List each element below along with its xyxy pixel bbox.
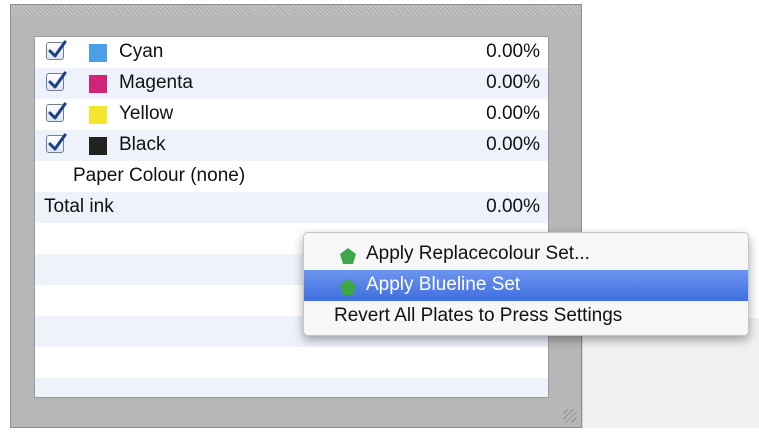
context-menu: Apply Replacecolour Set... Apply Bluelin… <box>303 232 749 336</box>
ink-name: Magenta <box>119 72 193 93</box>
resize-grip-icon[interactable] <box>563 409 577 423</box>
swatch-black <box>89 137 107 155</box>
paper-colour-label: Paper Colour (none) <box>73 165 246 186</box>
ink-name: Black <box>119 134 166 155</box>
ink-value: 0.00% <box>486 72 540 93</box>
menu-item-revert-all-plates[interactable]: Revert All Plates to Press Settings <box>304 301 748 332</box>
empty-row <box>35 378 548 397</box>
total-ink-value: 0.00% <box>486 196 540 217</box>
checkmark-icon <box>48 133 67 151</box>
ink-list: Cyan 0.00% Magenta 0.00% Yellow 0.00% Bl… <box>34 36 549 398</box>
menu-item-label: Revert All Plates to Press Settings <box>334 305 623 326</box>
ink-row-cyan[interactable]: Cyan 0.00% <box>35 37 548 68</box>
swatch-magenta <box>89 75 107 93</box>
checkbox-yellow[interactable] <box>46 102 67 122</box>
ink-name: Yellow <box>119 103 174 124</box>
menu-item-apply-blueline-set[interactable]: Apply Blueline Set <box>304 270 748 301</box>
ink-value: 0.00% <box>486 134 540 155</box>
ink-row-black[interactable]: Black 0.00% <box>35 130 548 161</box>
swatch-cyan <box>89 44 107 62</box>
checkmark-icon <box>48 40 67 58</box>
paper-colour-row[interactable]: Paper Colour (none) <box>35 161 548 192</box>
empty-row <box>35 347 548 378</box>
ink-value: 0.00% <box>486 103 540 124</box>
menu-item-label: Apply Blueline Set <box>366 274 521 295</box>
checkbox-cyan[interactable] <box>46 40 67 60</box>
checkmark-icon <box>48 102 67 120</box>
ink-value: 0.00% <box>486 41 540 62</box>
green-pentagon-icon <box>340 279 356 295</box>
stage: Cyan 0.00% Magenta 0.00% Yellow 0.00% Bl… <box>0 0 759 434</box>
ink-row-magenta[interactable]: Magenta 0.00% <box>35 68 548 99</box>
checkbox-black[interactable] <box>46 133 67 153</box>
panel-top-strip <box>11 5 581 15</box>
menu-item-apply-replacecolour-set[interactable]: Apply Replacecolour Set... <box>304 239 748 270</box>
total-ink-row: Total ink 0.00% <box>35 192 548 223</box>
menu-item-label: Apply Replacecolour Set... <box>366 243 590 264</box>
ink-row-yellow[interactable]: Yellow 0.00% <box>35 99 548 130</box>
checkmark-icon <box>48 71 67 89</box>
total-ink-label: Total ink <box>44 196 114 217</box>
checkbox-magenta[interactable] <box>46 71 67 91</box>
swatch-yellow <box>89 106 107 124</box>
ink-name: Cyan <box>119 41 164 62</box>
green-pentagon-icon <box>340 248 356 264</box>
